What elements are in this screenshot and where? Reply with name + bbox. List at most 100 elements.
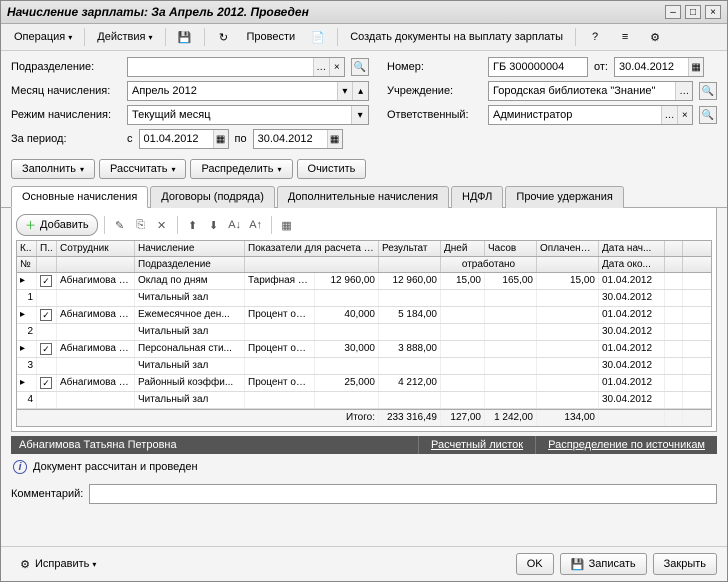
- check-icon: ✓: [40, 377, 52, 389]
- payslip-link[interactable]: Расчетный листок: [418, 436, 535, 454]
- month-label: Месяц начисления:: [11, 85, 121, 97]
- help-icon[interactable]: ?: [581, 27, 609, 47]
- search-icon[interactable]: 🔍: [699, 106, 717, 124]
- tab-additional[interactable]: Дополнительные начисления: [277, 186, 449, 208]
- save-icon[interactable]: 💾: [171, 27, 199, 47]
- mode-field[interactable]: ▾: [127, 105, 369, 125]
- minimize-button[interactable]: –: [665, 5, 681, 19]
- maximize-button[interactable]: □: [685, 5, 701, 19]
- col-p[interactable]: П..: [37, 241, 57, 256]
- tab-ndfl[interactable]: НДФЛ: [451, 186, 503, 208]
- selected-employee: Абнагимова Татьяна Петровна: [11, 436, 418, 454]
- check-icon: ✓: [40, 275, 52, 287]
- sort-asc-icon[interactable]: A↓: [226, 216, 244, 234]
- table-row[interactable]: 1Читальный зал30.04.2012: [17, 290, 711, 307]
- close-button[interactable]: ×: [705, 5, 721, 19]
- number-field[interactable]: [488, 57, 588, 77]
- settings-icon[interactable]: ⚙: [641, 27, 669, 47]
- add-button[interactable]: ＋Добавить: [16, 214, 98, 236]
- col-accrual[interactable]: Начисление: [135, 241, 245, 256]
- ok-button[interactable]: OK: [516, 553, 554, 575]
- table-row[interactable]: 2Читальный зал30.04.2012: [17, 324, 711, 341]
- org-field[interactable]: …: [488, 81, 693, 101]
- select-icon[interactable]: …: [675, 82, 692, 100]
- report-icon[interactable]: 📄: [304, 27, 332, 47]
- table-row[interactable]: 4Читальный зал30.04.2012: [17, 392, 711, 409]
- spin-down-icon[interactable]: ▾: [337, 82, 353, 100]
- sort-desc-icon[interactable]: A↑: [247, 216, 265, 234]
- mode-label: Режим начисления:: [11, 109, 121, 121]
- period-from[interactable]: ▦: [139, 129, 229, 149]
- table-row[interactable]: ▸✓Абнагимова ТатьянаПерсональная сти...П…: [17, 341, 711, 358]
- close-button-footer[interactable]: Закрыть: [653, 553, 717, 575]
- post-button[interactable]: Провести: [240, 28, 303, 46]
- distribution-link[interactable]: Распределение по источникам: [535, 436, 717, 454]
- window-title: Начисление зарплаты: За Апрель 2012. Про…: [7, 5, 309, 19]
- calendar-icon[interactable]: ▦: [327, 130, 342, 148]
- resp-field[interactable]: … ×: [488, 105, 693, 125]
- totals-result: 233 316,49: [379, 410, 441, 426]
- calendar-icon[interactable]: ▦: [213, 130, 228, 148]
- col-indicators[interactable]: Показатели для расчета начисления: [245, 241, 379, 256]
- table-row[interactable]: ▸✓Абнагимова ТатьянаОклад по днямТарифна…: [17, 273, 711, 290]
- totals-days: 127,00: [441, 410, 485, 426]
- operation-menu[interactable]: Операция▾: [7, 28, 79, 46]
- move-down-icon[interactable]: ⬇: [205, 216, 223, 234]
- table-row[interactable]: 3Читальный зал30.04.2012: [17, 358, 711, 375]
- period-label: За период:: [11, 133, 121, 145]
- dept-label: Подразделение:: [11, 61, 121, 73]
- date-field[interactable]: ▦: [614, 57, 704, 77]
- totals-label: Итого:: [17, 410, 379, 426]
- refresh-icon[interactable]: ↻: [210, 27, 238, 47]
- resp-label: Ответственный:: [387, 109, 482, 121]
- spin-up-icon[interactable]: ▴: [352, 82, 368, 100]
- select-icon[interactable]: …: [313, 58, 328, 76]
- actions-menu[interactable]: Действия▾: [90, 28, 159, 46]
- select-icon[interactable]: …: [661, 106, 676, 124]
- create-payout-docs[interactable]: Создать документы на выплату зарплаты: [343, 28, 570, 46]
- dept-field[interactable]: … ×: [127, 57, 345, 77]
- check-icon: ✓: [40, 343, 52, 355]
- org-label: Учреждение:: [387, 85, 482, 97]
- col-employee[interactable]: Сотрудник: [57, 241, 135, 256]
- col-hours[interactable]: Часов: [485, 241, 537, 256]
- month-field[interactable]: ▾ ▴: [127, 81, 369, 101]
- grid-settings-icon[interactable]: ▦: [278, 216, 296, 234]
- col-paid[interactable]: Оплачено дней/часов: [537, 241, 599, 256]
- check-icon: ✓: [40, 309, 52, 321]
- col-date-start[interactable]: Дата нач...: [599, 241, 665, 256]
- calc-button[interactable]: Рассчитать▾: [99, 159, 186, 179]
- distribute-button[interactable]: Распределить▾: [190, 159, 292, 179]
- fill-button[interactable]: Заполнить▾: [11, 159, 95, 179]
- col-result[interactable]: Результат: [379, 241, 441, 256]
- delete-icon[interactable]: ✕: [153, 216, 171, 234]
- clear-icon[interactable]: ×: [329, 58, 344, 76]
- col-days[interactable]: Дней: [441, 241, 485, 256]
- dropdown-icon[interactable]: ▾: [351, 106, 368, 124]
- tab-contracts[interactable]: Договоры (подряда): [150, 186, 275, 208]
- clear-button[interactable]: Очистить: [297, 159, 367, 179]
- calendar-icon[interactable]: ▦: [688, 58, 703, 76]
- col-k[interactable]: К..: [17, 241, 37, 256]
- tab-main-accruals[interactable]: Основные начисления: [11, 186, 148, 208]
- totals-hours: 1 242,00: [485, 410, 537, 426]
- search-icon[interactable]: 🔍: [351, 58, 369, 76]
- edit-icon[interactable]: ✎: [111, 216, 129, 234]
- table-row[interactable]: ▸✓Абнагимова ТатьянаРайонный коэффи...Пр…: [17, 375, 711, 392]
- write-button[interactable]: 💾Записать: [560, 553, 647, 575]
- clear-icon[interactable]: ×: [677, 106, 692, 124]
- totals-paid: 134,00: [537, 410, 599, 426]
- tab-deductions[interactable]: Прочие удержания: [505, 186, 623, 208]
- number-label: Номер:: [387, 61, 482, 73]
- copy-icon[interactable]: ⎘: [132, 216, 150, 234]
- table-row[interactable]: ▸✓Абнагимова ТатьянаЕжемесячное ден...Пр…: [17, 307, 711, 324]
- info-icon: i: [13, 460, 27, 474]
- structure-icon[interactable]: ≡: [611, 27, 639, 47]
- move-up-icon[interactable]: ⬆: [184, 216, 202, 234]
- info-text: Документ рассчитан и проведен: [33, 461, 198, 473]
- accruals-grid: К.. П.. Сотрудник Начисление Показатели …: [16, 240, 712, 427]
- search-icon[interactable]: 🔍: [699, 82, 717, 100]
- fix-menu[interactable]: ⚙Исправить▾: [11, 554, 103, 574]
- comment-field[interactable]: [89, 484, 717, 504]
- period-to[interactable]: ▦: [253, 129, 343, 149]
